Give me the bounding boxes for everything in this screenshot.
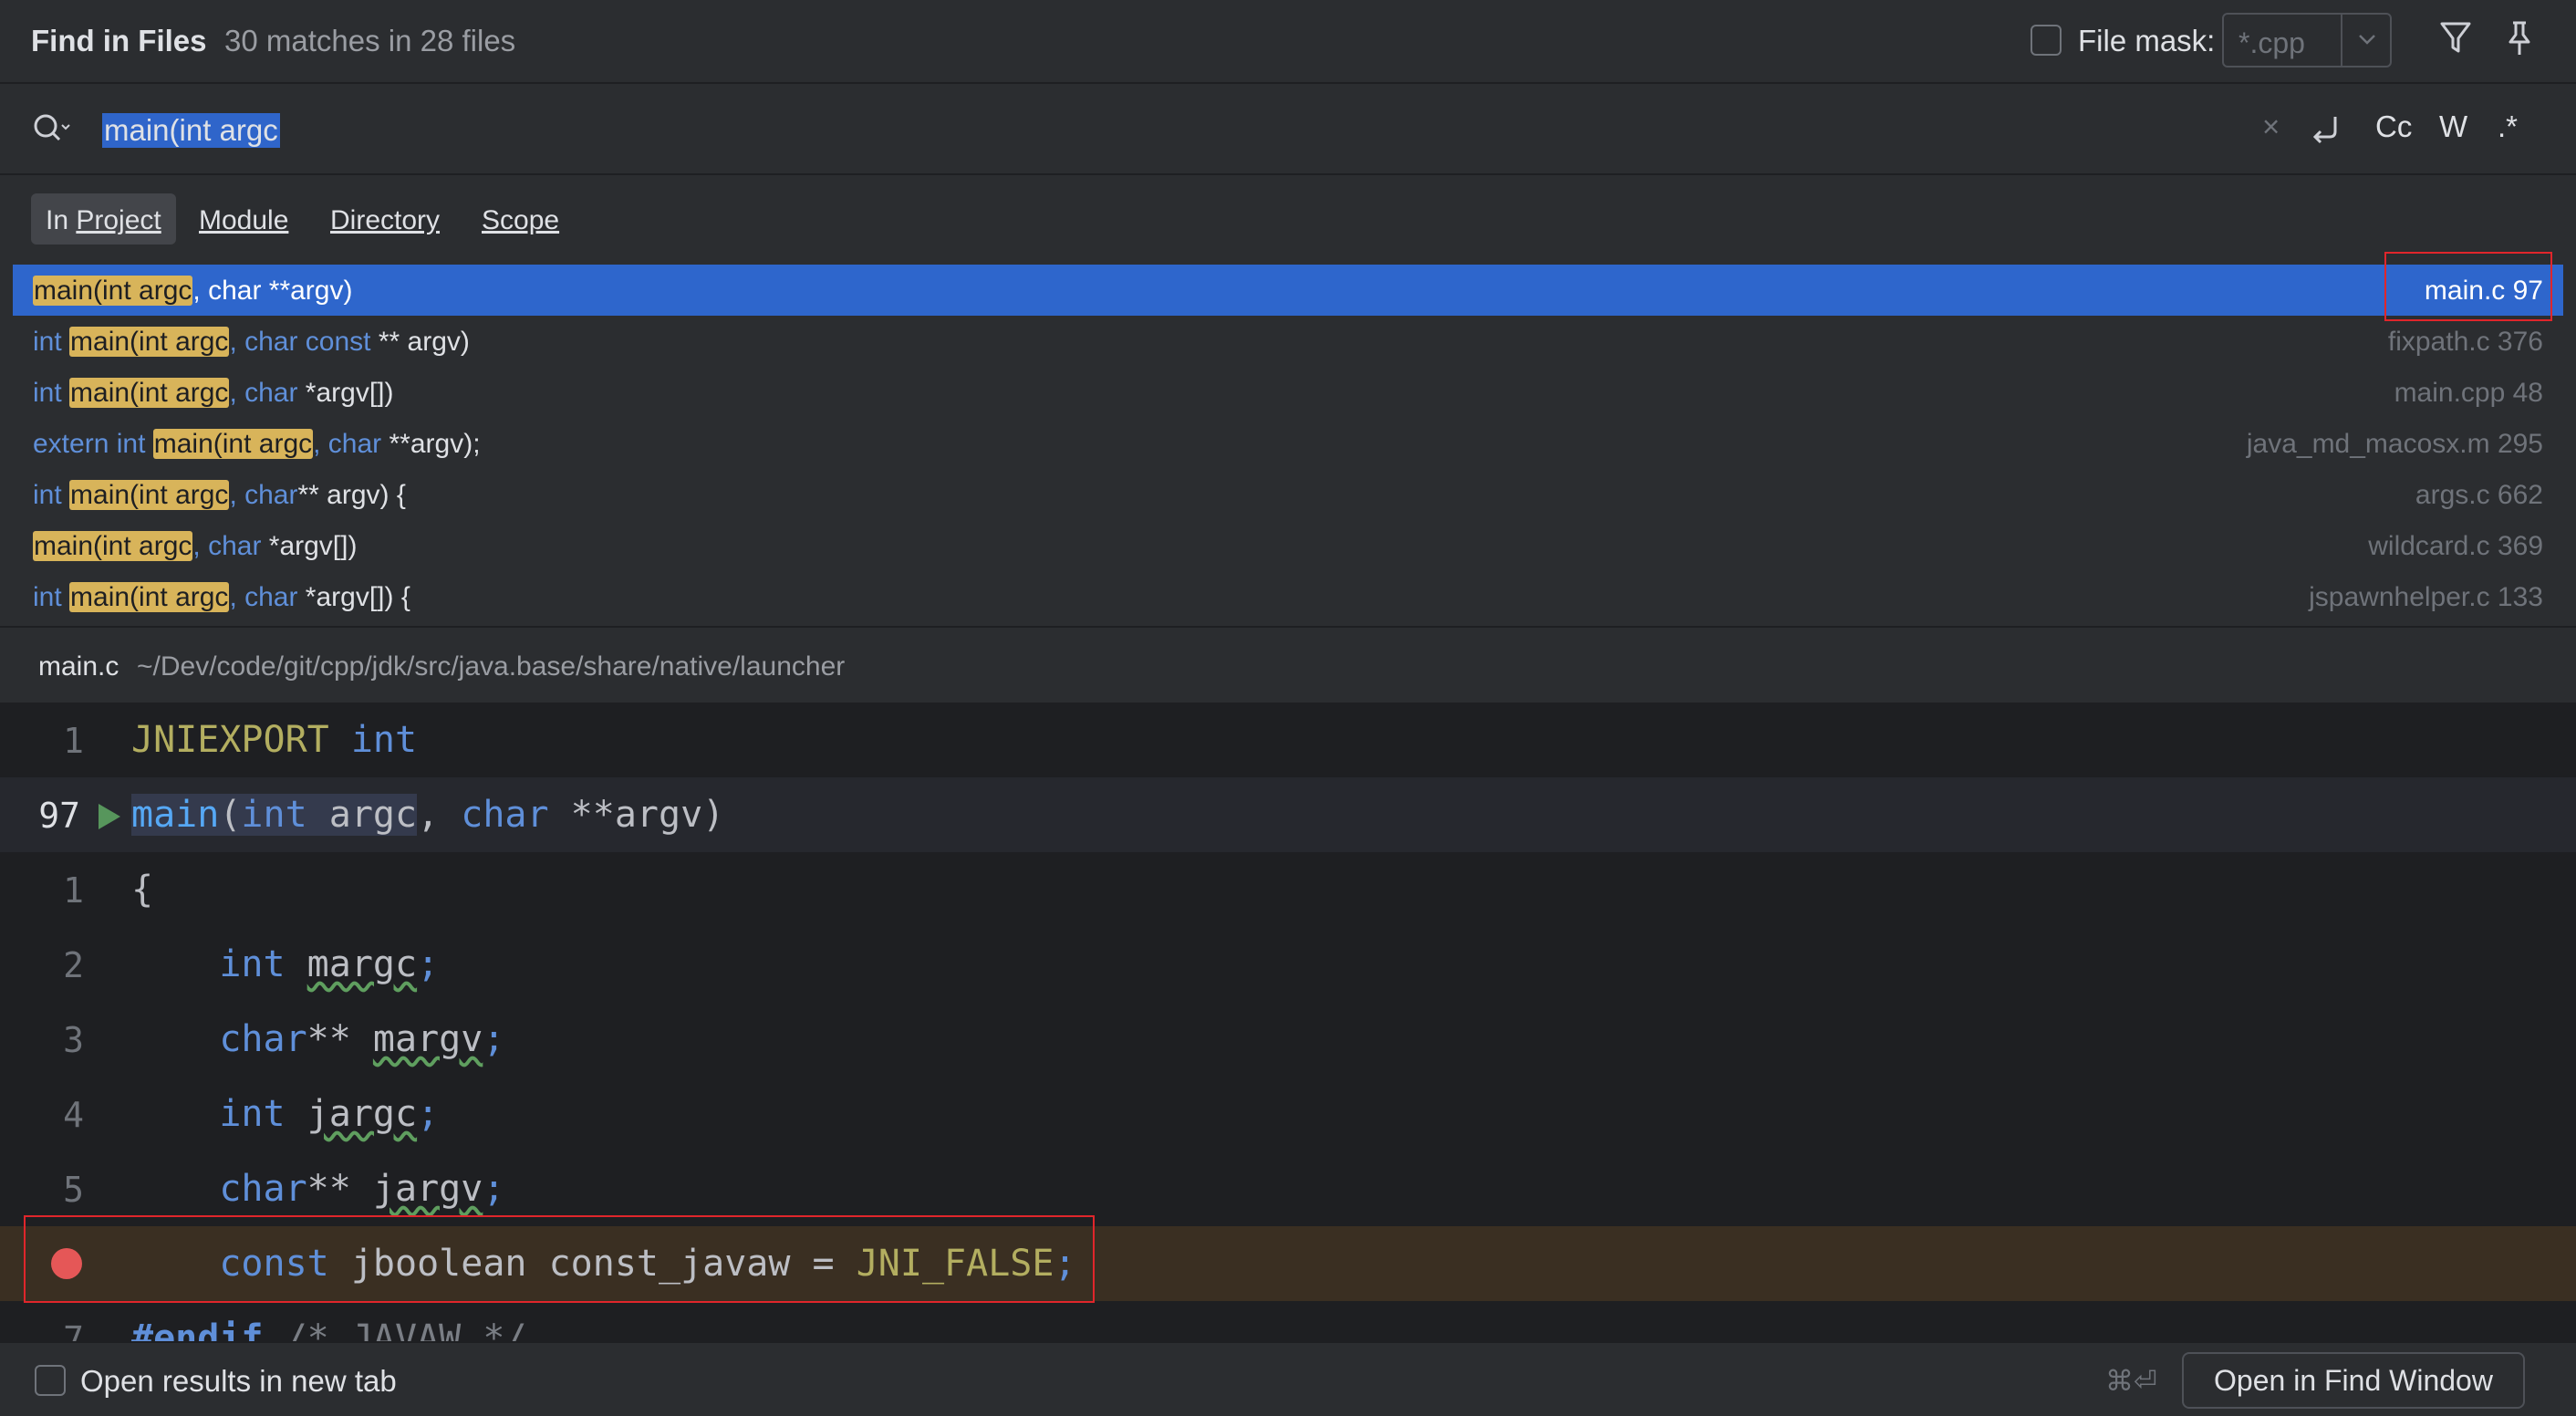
code-line: 2 int margc; (0, 927, 2576, 1002)
whole-words-toggle[interactable]: W (2439, 109, 2467, 144)
code-line: 7 #endif /* JAVAW */ (0, 1301, 2576, 1341)
tab-in-project[interactable]: In Project (31, 193, 176, 245)
chevron-down-icon[interactable] (2353, 26, 2381, 53)
file-mask-combobox[interactable]: *.cpp (2222, 13, 2392, 68)
run-icon[interactable] (95, 801, 124, 832)
line-number: 4 (63, 1095, 84, 1135)
match-highlight: main(int argc (69, 582, 230, 612)
newline-icon[interactable] (2308, 111, 2344, 148)
result-code: int main(int argc, char *argv[]) (33, 378, 394, 408)
search-history-icon[interactable] (31, 109, 73, 150)
match-count: 30 matches in 28 files (224, 24, 516, 57)
line-number: 2 (63, 945, 84, 985)
match-highlight: main(int argc (69, 480, 230, 510)
result-row[interactable]: extern int main(int argc, char **argv); … (13, 418, 2563, 469)
line-number: 1 (63, 721, 84, 761)
code-text: { (131, 869, 154, 911)
filter-icon[interactable] (2437, 18, 2474, 58)
preview-path-bar: main.c ~/Dev/code/git/cpp/jdk/src/java.b… (0, 626, 2576, 703)
code-text: JNIEXPORT int (131, 719, 418, 761)
search-bar: main(int argc × Cc W .* (0, 86, 2576, 175)
line-number: 7 (63, 1319, 84, 1341)
code-text: #endif /* JAVAW */ (131, 1317, 527, 1341)
clear-search-button[interactable]: × (2262, 109, 2280, 144)
pin-icon[interactable] (2501, 18, 2538, 58)
result-file: wildcard.c 369 (2368, 531, 2543, 561)
file-mask-value[interactable]: *.cpp (2238, 26, 2305, 60)
match-highlight: main(int argc (152, 429, 314, 459)
tab-directory[interactable]: Directory (316, 193, 454, 245)
result-file: args.c 662 (2415, 480, 2543, 510)
line-number: 3 (63, 1020, 84, 1060)
code-line: 1 JNIEXPORT int (0, 703, 2576, 777)
code-text: char** jargv; (219, 1168, 505, 1210)
file-mask-label: File mask: (2078, 24, 2216, 57)
code-text: int jargc; (219, 1093, 440, 1135)
file-mask-divider (2341, 15, 2342, 66)
match-highlight: main(int argc (69, 327, 230, 357)
code-text: char** margv; (219, 1018, 505, 1060)
result-file: java_md_macosx.m 295 (2246, 429, 2543, 459)
search-input[interactable]: main(int argc (102, 113, 280, 148)
match-highlight: main(int argc (69, 378, 230, 408)
result-code: int main(int argc, char** argv) { (33, 480, 406, 510)
result-code: extern int main(int argc, char **argv); (33, 429, 481, 459)
results-list: main(int argc, char **argv) main.c 97 in… (13, 265, 2563, 617)
code-line: 4 int jargc; (0, 1077, 2576, 1151)
result-code: int main(int argc, char *argv[]) { (33, 582, 410, 612)
new-tab-label: Open results in new tab (80, 1364, 397, 1398)
code-line-current: 97 main(int argc, char **argv) (0, 777, 2576, 852)
shortcut-hint: ⌘⏎ (2105, 1365, 2157, 1397)
match-highlight: main(int argc (33, 276, 193, 306)
dialog-footer: Open results in new tab ⌘⏎ Open in Find … (0, 1341, 2576, 1416)
preview-file-path: ~/Dev/code/git/cpp/jdk/src/java.base/sha… (137, 651, 846, 682)
result-file: jspawnhelper.c 133 (2309, 582, 2543, 612)
regex-toggle[interactable]: .* (2498, 109, 2518, 144)
match-highlight: main(int argc (33, 531, 193, 561)
tab-module[interactable]: Module (184, 193, 303, 245)
preview-file-name: main.c (38, 651, 119, 682)
line-number: 1 (63, 870, 84, 911)
result-code: int main(int argc, char const ** argv) (33, 327, 470, 357)
result-row[interactable]: int main(int argc, char *argv[]) main.cp… (13, 367, 2563, 418)
result-code: main(int argc, char **argv) (33, 276, 353, 306)
result-row[interactable]: int main(int argc, char *argv[]) { jspaw… (13, 571, 2563, 617)
annotation-box-line (24, 1215, 1095, 1303)
code-line: 3 char** margv; (0, 1002, 2576, 1077)
result-file: main.cpp 48 (2394, 378, 2543, 408)
line-number: 5 (63, 1170, 84, 1210)
code-text: int margc; (219, 943, 440, 985)
scope-tabs: In Project Module Directory Scope (0, 175, 2576, 259)
result-row-selected[interactable]: main(int argc, char **argv) main.c 97 (13, 265, 2563, 316)
file-mask-checkbox[interactable] (2031, 25, 2062, 56)
result-file: fixpath.c 376 (2387, 327, 2543, 357)
code-text: main(int argc, char **argv) (131, 794, 725, 836)
result-row[interactable]: int main(int argc, char const ** argv) f… (13, 316, 2563, 367)
open-in-find-window-button[interactable]: Open in Find Window (2182, 1352, 2525, 1409)
line-number: 97 (38, 796, 80, 836)
annotation-box-file (2384, 252, 2552, 321)
match-case-toggle[interactable]: Cc (2375, 109, 2412, 144)
dialog-title: Find in Files (31, 24, 207, 57)
tab-scope[interactable]: Scope (467, 193, 574, 245)
result-row[interactable]: int main(int argc, char** argv) { args.c… (13, 469, 2563, 520)
new-tab-checkbox[interactable] (35, 1365, 66, 1396)
code-line: 1 { (0, 852, 2576, 927)
result-code: main(int argc, char *argv[]) (33, 531, 358, 561)
find-in-files-header: Find in Files 30 matches in 28 files Fil… (0, 0, 2576, 84)
result-row[interactable]: main(int argc, char *argv[]) wildcard.c … (13, 520, 2563, 571)
